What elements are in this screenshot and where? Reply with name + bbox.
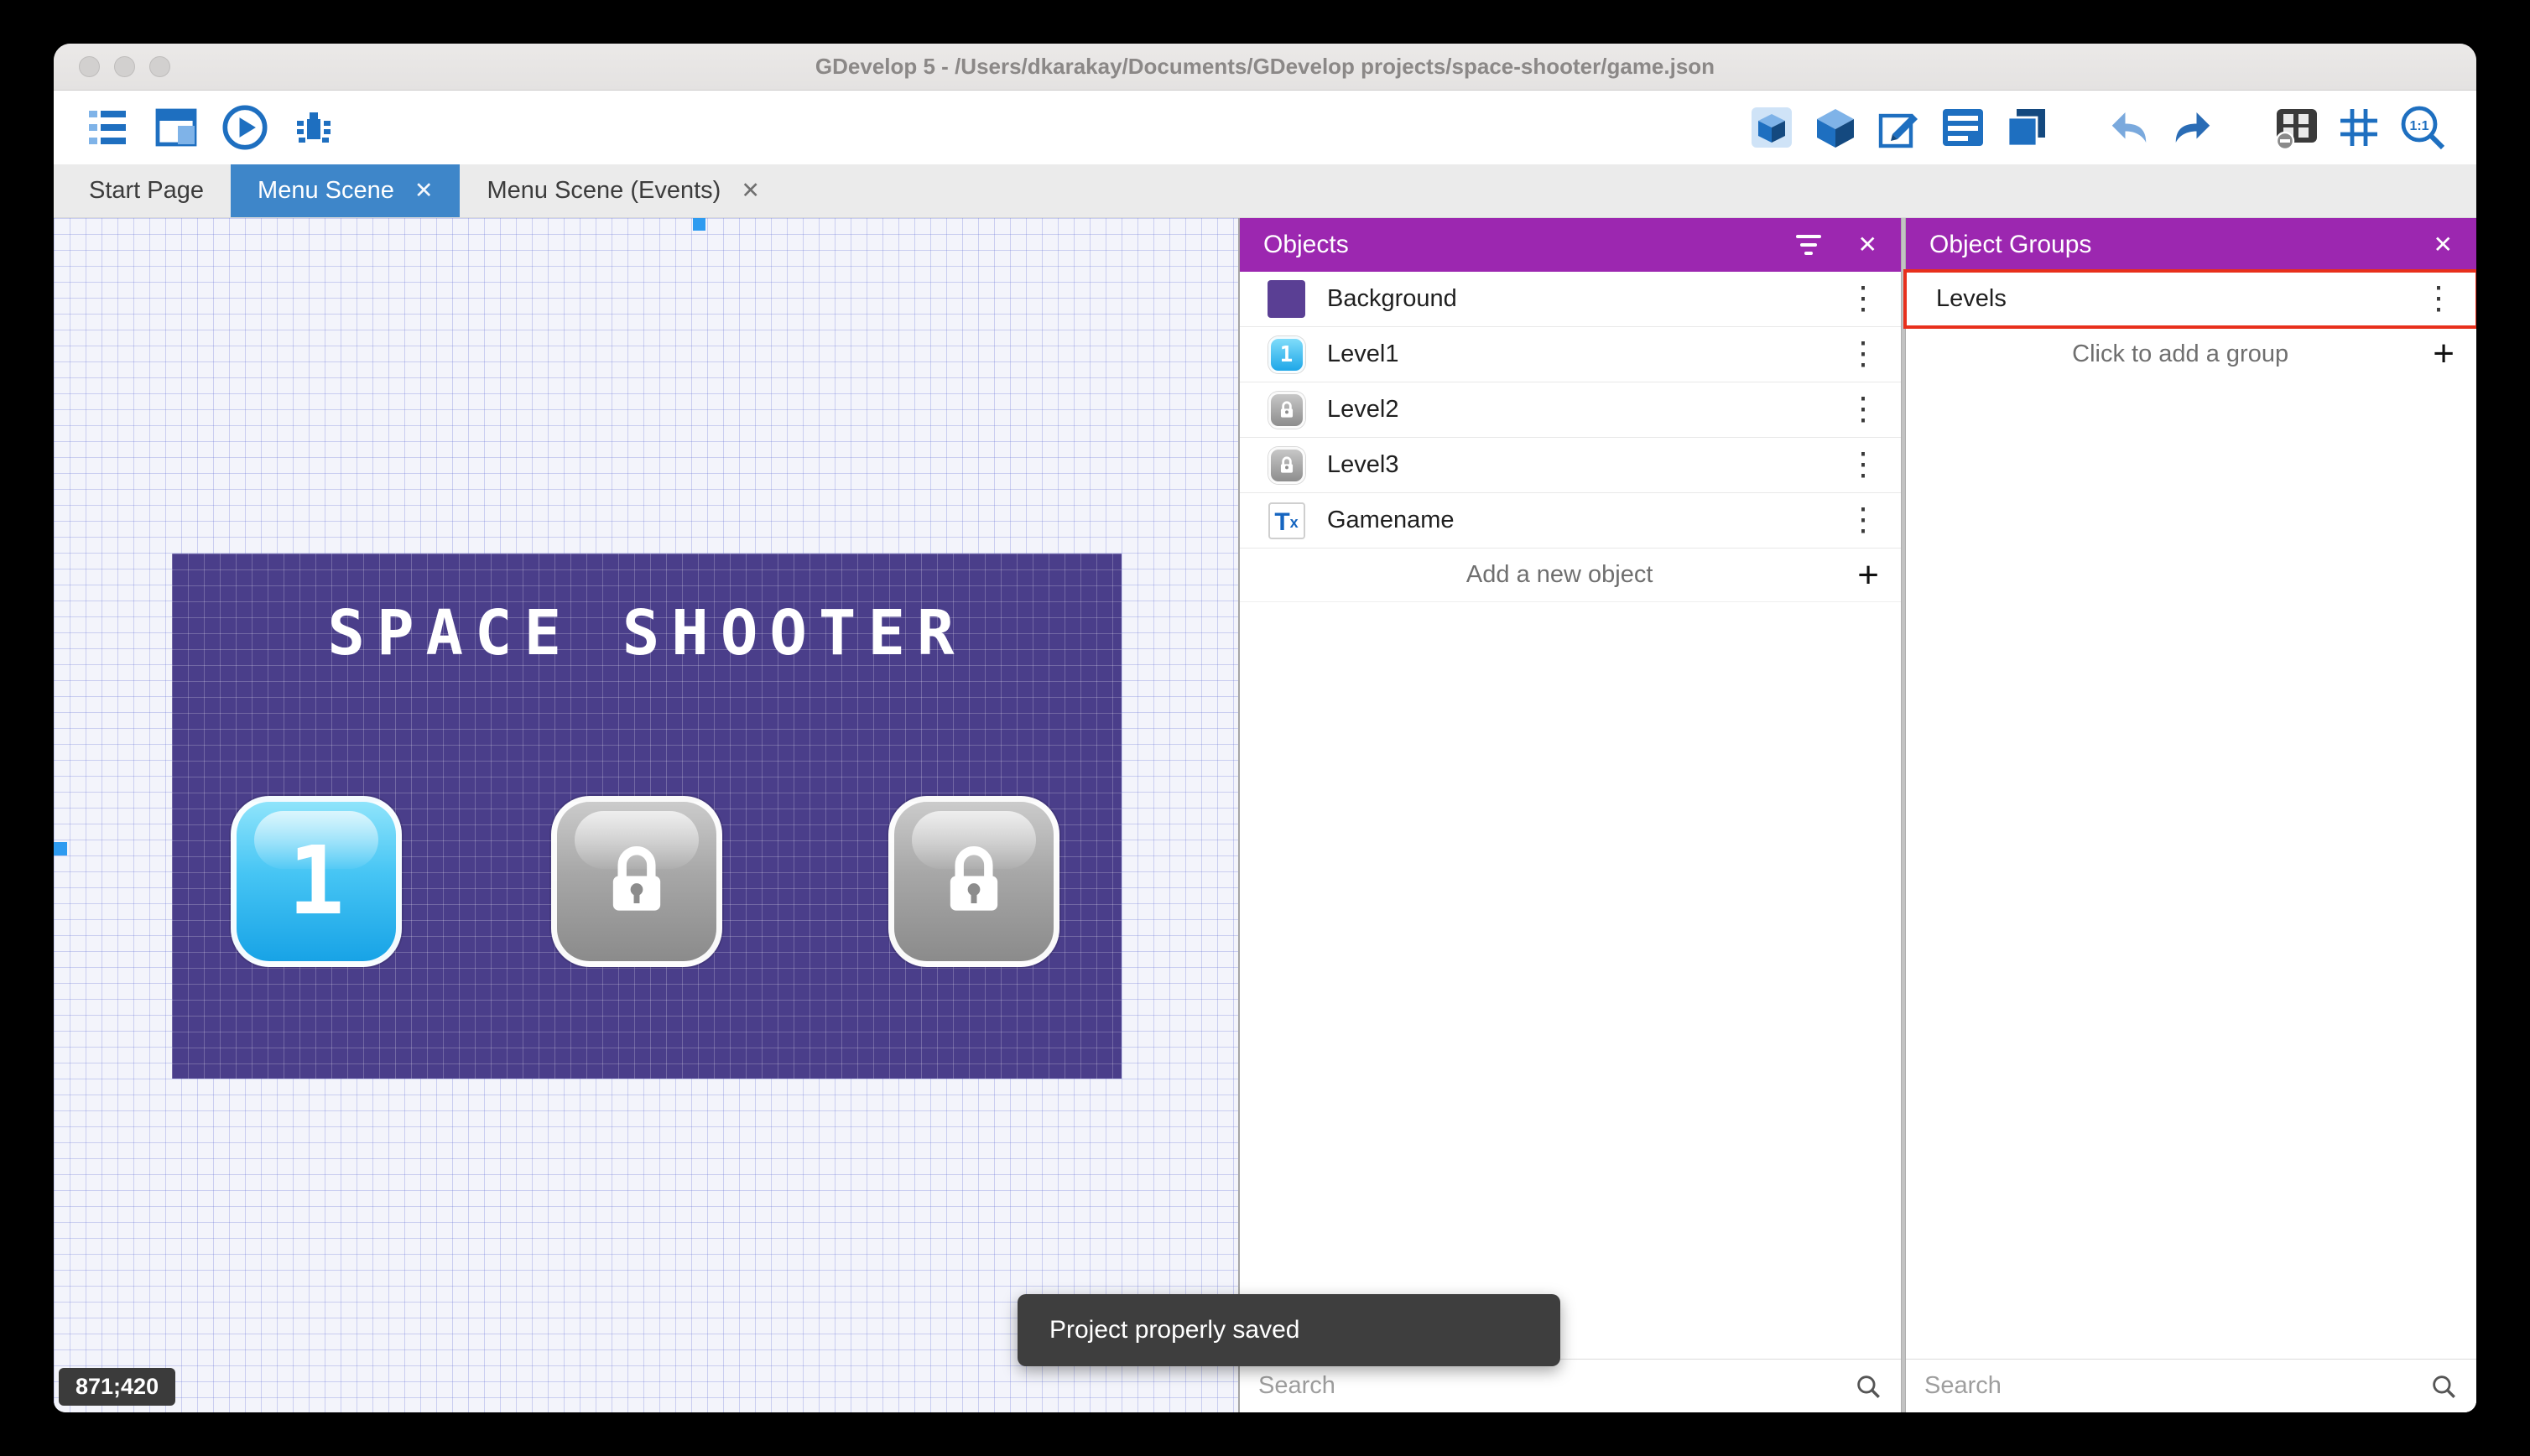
save-toast: Project properly saved (1018, 1294, 1560, 1366)
groups-search-input[interactable] (1924, 1372, 2418, 1400)
layers-icon[interactable] (2003, 104, 2050, 151)
padlock-icon (1276, 455, 1298, 476)
zoom-label: 1:1 (2409, 119, 2428, 133)
filter-icon[interactable] (1796, 235, 1821, 255)
text-object-thumbnail: Tx (1268, 502, 1305, 539)
row-menu-icon[interactable]: ⋮ (1847, 340, 1879, 368)
objects-search-bar (1240, 1359, 1901, 1412)
objects-panel: Objects ✕ Background ⋮ 1 Level1 ⋮ (1240, 218, 1901, 1412)
tab-start-page[interactable]: Start Page (62, 164, 231, 217)
undo-icon[interactable] (2106, 104, 2153, 151)
events-list-icon[interactable] (1939, 104, 1986, 151)
toolbar-left (84, 104, 337, 151)
redo-icon[interactable] (2169, 104, 2216, 151)
close-panel-icon[interactable]: ✕ (2434, 233, 2453, 257)
object-row-level1[interactable]: 1 Level1 ⋮ (1240, 327, 1901, 382)
project-manager-icon[interactable] (84, 104, 131, 151)
level1-thumbnail: 1 (1268, 335, 1305, 373)
tab-label: Start Page (89, 177, 204, 205)
search-icon[interactable] (1854, 1372, 1882, 1401)
padlock-icon (593, 838, 680, 925)
level3-button-locked[interactable] (888, 796, 1059, 967)
main-area: SPACE SHOOTER 1 (54, 218, 2476, 1412)
scene-canvas[interactable]: SPACE SHOOTER 1 (54, 218, 1240, 1412)
zoom-icon[interactable]: 1:1 (2399, 104, 2446, 151)
grid-icon[interactable] (2335, 104, 2382, 151)
tab-label: Menu Scene (258, 177, 394, 205)
search-icon[interactable] (2429, 1372, 2458, 1401)
objects-panel-empty-space (1240, 602, 1901, 1359)
level1-button[interactable]: 1 (231, 796, 402, 967)
close-panel-icon[interactable]: ✕ (1858, 233, 1877, 257)
level2-button-locked[interactable] (551, 796, 722, 967)
row-menu-icon[interactable]: ⋮ (1847, 506, 1879, 534)
objects-panel-header: Objects ✕ (1240, 218, 1901, 272)
object-row-background[interactable]: Background ⋮ (1240, 272, 1901, 327)
render-options-icon[interactable] (2272, 104, 2319, 151)
minimize-window-button[interactable] (114, 56, 135, 77)
level2-thumbnail (1268, 391, 1305, 429)
toolbar-right: 1:1 (1748, 104, 2446, 151)
row-menu-icon[interactable]: ⋮ (1847, 450, 1879, 479)
object-groups-panel: Object Groups ✕ Levels ⋮ Click to add a … (1906, 218, 2476, 1412)
add-group-row[interactable]: Click to add a group + (1906, 327, 2476, 381)
tab-menu-scene[interactable]: Menu Scene ✕ (231, 164, 460, 217)
selection-handle[interactable] (693, 218, 705, 231)
add-object-plus-icon[interactable]: + (1857, 557, 1879, 594)
play-icon[interactable] (221, 104, 268, 151)
tab-label: Menu Scene (Events) (487, 177, 721, 205)
padlock-icon (930, 838, 1018, 925)
add-group-plus-icon[interactable]: + (2433, 335, 2455, 372)
padlock-icon (1276, 399, 1298, 421)
toolbar: 1:1 (54, 91, 2476, 164)
add-object-row[interactable]: Add a new object + (1240, 549, 1901, 602)
tab-menu-scene-events[interactable]: Menu Scene (Events) ✕ (460, 164, 786, 217)
row-menu-icon[interactable]: ⋮ (1847, 395, 1879, 424)
group-row-levels[interactable]: Levels ⋮ (1906, 272, 2476, 327)
objects-panel-title: Objects (1263, 231, 1349, 259)
gdevelop-window: GDevelop 5 - /Users/dkarakay/Documents/G… (54, 44, 2476, 1412)
level3-thumbnail (1268, 446, 1305, 484)
titlebar: GDevelop 5 - /Users/dkarakay/Documents/G… (54, 44, 2476, 91)
debug-icon[interactable] (290, 104, 337, 151)
scene-edit-icon[interactable] (1748, 104, 1795, 151)
cursor-coordinates: 871;420 (59, 1368, 175, 1406)
background-thumbnail (1268, 280, 1305, 318)
preview-window-icon[interactable] (153, 104, 200, 151)
game-title-text: SPACE SHOOTER (172, 597, 1122, 669)
toast-message: Project properly saved (1049, 1316, 1299, 1344)
background-object[interactable]: SPACE SHOOTER 1 (172, 554, 1122, 1079)
object-groups-panel-header: Object Groups ✕ (1906, 218, 2476, 272)
groups-panel-empty-space (1906, 381, 2476, 1359)
tab-bar: Start Page Menu Scene ✕ Menu Scene (Even… (54, 164, 2476, 218)
object-groups-panel-title: Object Groups (1929, 231, 2091, 259)
window-title: GDevelop 5 - /Users/dkarakay/Documents/G… (54, 54, 2476, 80)
object-row-level2[interactable]: Level2 ⋮ (1240, 382, 1901, 438)
zoom-window-button[interactable] (149, 56, 170, 77)
groups-search-bar (1906, 1359, 2476, 1412)
selection-handle[interactable] (54, 842, 67, 855)
row-menu-icon[interactable]: ⋮ (1847, 284, 1879, 313)
close-window-button[interactable] (79, 56, 100, 77)
level1-label: 1 (288, 827, 344, 936)
traffic-lights (79, 56, 170, 77)
row-menu-icon[interactable]: ⋮ (2423, 284, 2455, 313)
object-row-gamename[interactable]: Tx Gamename ⋮ (1240, 493, 1901, 549)
objects-search-input[interactable] (1258, 1372, 1842, 1400)
pencil-icon[interactable] (1876, 104, 1923, 151)
object-row-level3[interactable]: Level3 ⋮ (1240, 438, 1901, 493)
close-tab-icon[interactable]: ✕ (414, 179, 434, 202)
close-tab-icon[interactable]: ✕ (741, 179, 760, 202)
object-cube-icon[interactable] (1812, 104, 1859, 151)
